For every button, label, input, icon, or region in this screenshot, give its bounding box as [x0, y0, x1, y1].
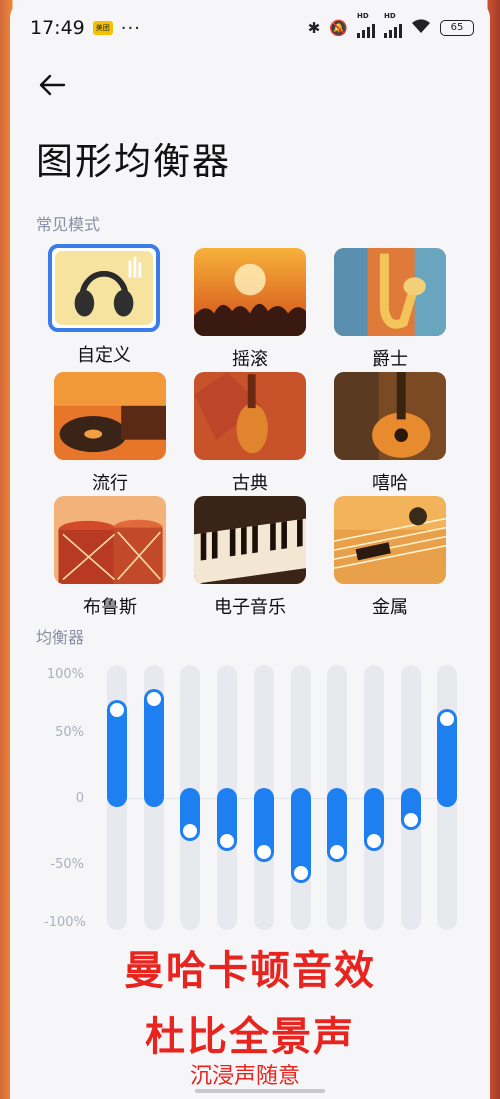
eq-y-label: 50% [55, 725, 84, 740]
wifi-icon [411, 18, 431, 38]
screen: 17:49 美团 ··· ✱ 🔕 HD HD 65 图形均衡器 常见模式 自定义… [10, 0, 490, 1099]
eq-y-label: -50% [50, 857, 84, 872]
preset-label: 古典 [232, 473, 268, 494]
violin-image [194, 372, 306, 460]
preset-metal[interactable]: 金属 [334, 496, 446, 619]
keyboard-image [194, 496, 306, 584]
preset-hiphop[interactable]: 嘻哈 [334, 372, 446, 495]
guitar-image [334, 372, 446, 460]
preset-jazz[interactable]: 爵士 [334, 248, 446, 371]
preset-label: 嘻哈 [372, 473, 408, 494]
concert-crowd-image [194, 248, 306, 336]
preset-label: 电子音乐 [214, 597, 286, 618]
equalizer-chart: 100% 50% 0 -50% -100% [20, 665, 460, 935]
arrow-left-icon [39, 74, 66, 96]
preset-electronic[interactable]: 电子音乐 [194, 496, 306, 619]
eq-band-knob[interactable] [108, 700, 126, 719]
eq-section-label: 均衡器 [36, 628, 85, 647]
preset-label: 流行 [92, 473, 128, 494]
eq-y-label: -100% [44, 915, 86, 930]
eq-y-label: 100% [46, 667, 84, 682]
eq-band-knob[interactable] [364, 831, 383, 850]
eq-band-knob[interactable] [401, 811, 420, 830]
eq-band-knob[interactable] [254, 842, 273, 861]
preset-custom[interactable]: 自定义 [48, 244, 160, 367]
preset-blues[interactable]: 布鲁斯 [54, 496, 166, 619]
status-bar: 17:49 美团 ··· ✱ 🔕 HD HD 65 [30, 12, 474, 42]
preset-label: 自定义 [77, 345, 131, 366]
eq-y-label: 0 [75, 791, 84, 806]
hd-label-1: HD [357, 12, 369, 20]
electric-guitar-image [334, 496, 446, 584]
more-notifications-icon: ··· [120, 17, 141, 39]
page-title: 图形均衡器 [36, 140, 231, 183]
overlay-line-1: 曼哈卡顿音效 [124, 948, 376, 994]
back-button[interactable] [36, 68, 70, 102]
battery-indicator: 65 [440, 20, 474, 36]
turntable-image [54, 372, 166, 460]
eq-band-knob[interactable] [218, 831, 237, 850]
eq-band-knob[interactable] [328, 842, 347, 861]
preset-label: 金属 [372, 597, 408, 618]
signal-icon-1: HD [357, 12, 375, 38]
preset-classical[interactable]: 古典 [194, 372, 306, 495]
overlay-line-2: 杜比全景声 [145, 1014, 355, 1060]
headphones-icon [55, 251, 153, 325]
preset-pop[interactable]: 流行 [54, 372, 166, 495]
overlay-line-3: 沉浸声随意 [189, 1064, 300, 1089]
eq-band-knob[interactable] [291, 864, 310, 883]
drums-image [54, 496, 166, 584]
preset-label: 摇滚 [232, 349, 268, 370]
home-indicator[interactable] [195, 1089, 325, 1093]
preset-label: 爵士 [372, 349, 408, 370]
preset-label: 布鲁斯 [83, 597, 137, 618]
eq-band-knob[interactable] [144, 689, 163, 708]
preset-rock[interactable]: 摇滚 [194, 248, 306, 371]
hd-label-2: HD [384, 12, 396, 20]
bluetooth-icon: ✱ [307, 19, 321, 37]
saxophone-image [334, 248, 446, 336]
presets-section-label: 常见模式 [36, 215, 101, 234]
signal-icon-2: HD [384, 12, 402, 38]
mute-bell-icon: 🔕 [329, 19, 348, 37]
status-time: 17:49 [30, 17, 85, 39]
app-notification-badge: 美团 [92, 21, 113, 35]
